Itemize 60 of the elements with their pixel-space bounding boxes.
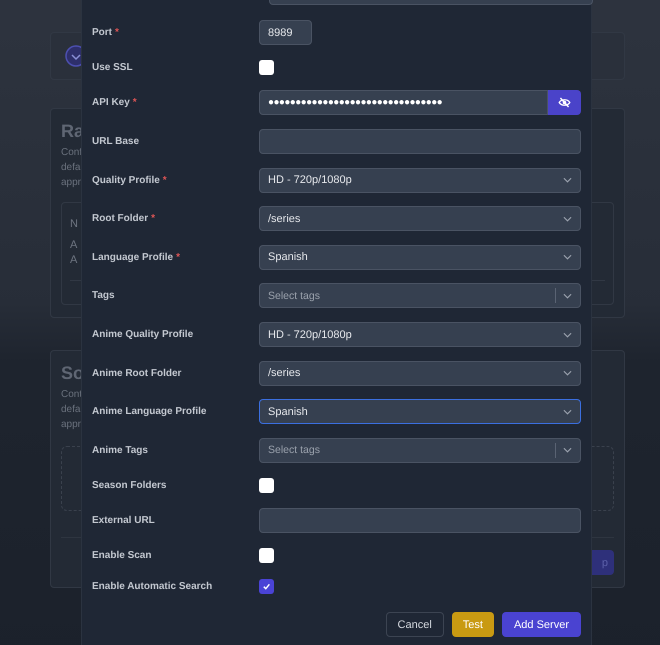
card-description: appr <box>61 418 82 432</box>
item-text: A <box>70 238 78 253</box>
required-marker: * <box>132 97 137 108</box>
field-label: Anime Root Folder <box>92 368 182 379</box>
required-marker: * <box>115 27 119 38</box>
item-text: N <box>70 217 78 232</box>
card-description: appr <box>61 176 82 190</box>
select-dropdown[interactable]: HD - 720p/1080p <box>259 322 581 348</box>
field-label: Language Profile <box>92 252 174 263</box>
field-label: Anime Quality Profile <box>92 329 194 340</box>
field-label: Season Folders <box>92 480 166 491</box>
chevron-down-icon <box>563 254 572 260</box>
select-dropdown[interactable]: HD - 720p/1080p <box>259 168 581 193</box>
tags-select[interactable]: Select tags <box>259 283 581 308</box>
select-dropdown[interactable]: /series <box>259 360 581 386</box>
chevron-down-icon <box>563 177 572 184</box>
chevron-down-icon <box>563 408 572 415</box>
chevron-down-icon <box>563 292 572 299</box>
select-dropdown[interactable]: Spanish <box>259 399 581 424</box>
chevron-down-icon <box>563 332 572 338</box>
required-marker: * <box>151 213 156 224</box>
field-label: Enable Automatic Search <box>92 581 212 592</box>
checkbox[interactable] <box>259 548 274 563</box>
select-dropdown[interactable]: /series <box>259 206 581 232</box>
field-label: Root Folder <box>92 213 148 224</box>
hide-password-button[interactable] <box>548 90 581 116</box>
item-text: A <box>70 253 78 268</box>
field-label: Anime Language Profile <box>92 406 206 418</box>
checkbox[interactable] <box>259 478 274 493</box>
input-field[interactable] <box>269 0 593 5</box>
add-server-button[interactable]: Add Server <box>502 612 581 638</box>
tags-select[interactable]: Select tags <box>259 438 581 463</box>
checkbox[interactable] <box>259 579 274 594</box>
card-description: Conf <box>61 146 82 160</box>
cancel-button[interactable]: Cancel <box>386 612 444 638</box>
checkbox[interactable] <box>259 60 274 76</box>
field-label: API Key <box>92 97 130 108</box>
field-label: URL Base <box>92 136 140 148</box>
select-dropdown[interactable]: Spanish <box>259 244 581 270</box>
input-field[interactable] <box>259 129 581 154</box>
checkmark-icon <box>262 582 271 592</box>
field-label: Enable Scan <box>92 550 152 561</box>
input-field[interactable] <box>259 508 581 533</box>
field-label: External URL <box>92 514 155 526</box>
field-label: Use SSL <box>92 62 133 74</box>
field-label: Port <box>92 27 112 38</box>
card-description: Cont <box>61 388 82 402</box>
field-label: Anime Tags <box>92 444 148 456</box>
card-description: defa <box>61 403 80 417</box>
chevron-down-icon <box>563 447 572 454</box>
required-marker: * <box>162 174 167 186</box>
eye-slash-icon <box>558 96 571 110</box>
chevron-down-icon <box>563 370 572 376</box>
password-field[interactable]: ●●●●●●●●●●●●●●●●●●●●●●●●●●●●●●●● <box>259 90 548 116</box>
input-field[interactable]: 8989 <box>259 20 312 46</box>
field-label: Quality Profile <box>92 174 160 186</box>
field-label: Tags <box>92 290 115 302</box>
chevron-down-icon <box>563 216 572 222</box>
required-marker: * <box>176 252 180 263</box>
card-description: defa <box>61 161 80 175</box>
